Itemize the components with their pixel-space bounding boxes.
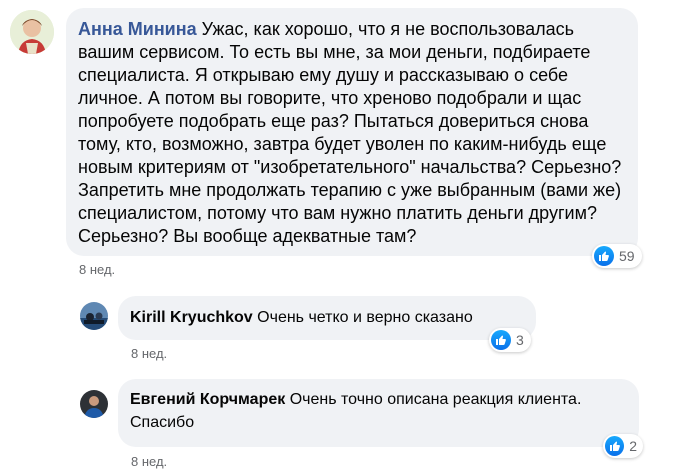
thumbs-up-icon [594, 246, 614, 266]
avatar-kirill[interactable] [80, 302, 108, 330]
comment-text: Очень четко и верно сказано [257, 309, 473, 326]
comment-bubble: Kirill Kryuchkov Очень четко и верно ска… [118, 296, 536, 340]
comment-author[interactable]: Анна Минина [78, 19, 197, 39]
reaction-count[interactable]: 59 [592, 244, 642, 268]
comment-bubble: Анна Минина Ужас, как хорошо, что я не в… [66, 8, 638, 256]
comment-kirill: Kirill Kryuchkov Очень четко и верно ска… [0, 290, 687, 370]
thumbs-up-icon [491, 330, 511, 350]
reaction-number: 2 [629, 438, 637, 454]
avatar-evgeny[interactable] [80, 390, 108, 418]
thumbs-up-icon [605, 436, 625, 456]
comment-timestamp[interactable]: 8 нед. [131, 346, 167, 361]
comment-evgeny: Евгений Корчмарек Очень точно описана ре… [0, 370, 687, 476]
comment-timestamp[interactable]: 8 нед. [131, 454, 167, 469]
comment-bubble: Евгений Корчмарек Очень точно описана ре… [118, 379, 639, 447]
reaction-count[interactable]: 3 [489, 328, 531, 352]
comment-author[interactable]: Kirill Kryuchkov [130, 309, 253, 326]
reaction-count[interactable]: 2 [603, 434, 643, 458]
comment-anna: Анна Минина Ужас, как хорошо, что я не в… [0, 0, 687, 290]
avatar-anna[interactable] [10, 10, 54, 54]
reaction-number: 3 [516, 332, 524, 348]
comment-author[interactable]: Евгений Корчмарек [130, 391, 285, 408]
comment-text: Ужас, как хорошо, что я не воспользовала… [78, 19, 622, 246]
reaction-number: 59 [619, 248, 635, 264]
comment-timestamp[interactable]: 8 нед. [79, 262, 115, 277]
